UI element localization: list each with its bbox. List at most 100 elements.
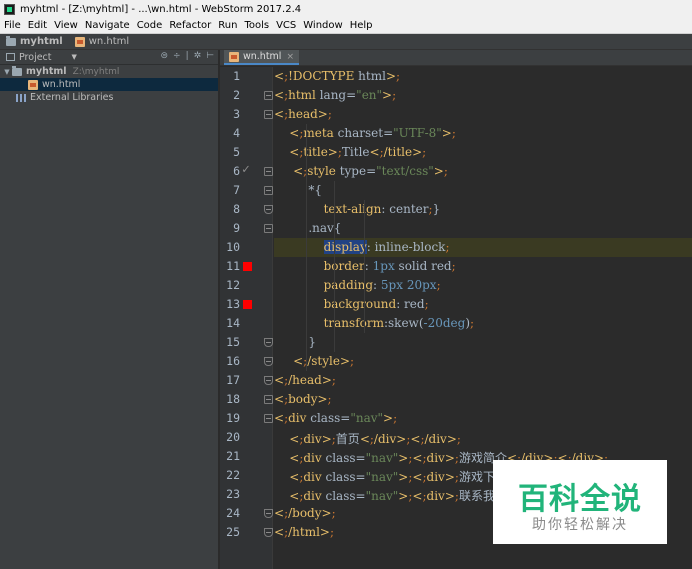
menu-run[interactable]: Run bbox=[218, 20, 237, 31]
tree-item-label: myhtml bbox=[26, 66, 67, 77]
code-line[interactable]: <;!DOCTYPE html>; bbox=[274, 67, 692, 86]
separator-icon: | bbox=[185, 51, 189, 61]
menu-refactor[interactable]: Refactor bbox=[169, 20, 211, 31]
line-number: 7 bbox=[233, 183, 240, 197]
gutter-line[interactable]: 4 bbox=[220, 124, 273, 143]
code-line[interactable]: <;style type="text/css">; bbox=[274, 162, 692, 181]
code-line[interactable]: <;head>; bbox=[274, 105, 692, 124]
line-number: 1 bbox=[233, 69, 240, 83]
fold-marker-icon[interactable] bbox=[264, 376, 273, 385]
fold-marker-icon[interactable] bbox=[264, 91, 273, 100]
gutter-line[interactable]: 6 ✓ bbox=[220, 162, 273, 181]
code-line[interactable]: border: 1px solid red; bbox=[274, 257, 692, 276]
gutter-line[interactable]: 22 bbox=[220, 466, 273, 485]
fold-marker-icon[interactable] bbox=[264, 528, 273, 537]
gutter-line[interactable]: 17 bbox=[220, 371, 273, 390]
window-title: myhtml - [Z:\myhtml] - ...\wn.html - Web… bbox=[20, 3, 302, 15]
gutter-line[interactable]: 11 bbox=[220, 257, 273, 276]
tree-item-myhtml[interactable]: ▼ myhtml Z:\myhtml bbox=[0, 65, 218, 78]
code-line[interactable]: text-align: center;} bbox=[274, 200, 692, 219]
menu-window[interactable]: Window bbox=[303, 20, 342, 31]
gutter-line[interactable]: 20 bbox=[220, 428, 273, 447]
gutter-line[interactable]: 12 bbox=[220, 276, 273, 295]
menu-navigate[interactable]: Navigate bbox=[85, 20, 130, 31]
gutter-line[interactable]: 9 bbox=[220, 219, 273, 238]
gutter-line[interactable]: 15 bbox=[220, 333, 273, 352]
code-line[interactable]: <;/head>; bbox=[274, 371, 692, 390]
fold-marker-icon[interactable] bbox=[264, 224, 273, 233]
fold-marker-icon[interactable] bbox=[264, 205, 273, 214]
gutter-line[interactable]: 18 bbox=[220, 390, 273, 409]
gutter-line[interactable]: 10 bbox=[220, 238, 273, 257]
breakpoint-icon[interactable] bbox=[243, 262, 252, 271]
code-line[interactable]: padding: 5px 20px; bbox=[274, 276, 692, 295]
fold-marker-icon[interactable] bbox=[264, 110, 273, 119]
chevron-down-icon[interactable]: ▼ bbox=[72, 53, 77, 61]
line-number: 5 bbox=[233, 145, 240, 159]
line-number: 19 bbox=[226, 411, 240, 425]
menu-help[interactable]: Help bbox=[350, 20, 373, 31]
gutter-line[interactable]: 24 bbox=[220, 504, 273, 523]
gutter-line[interactable]: 13 bbox=[220, 295, 273, 314]
gutter-line[interactable]: 1 bbox=[220, 67, 273, 86]
fold-marker-icon[interactable] bbox=[264, 395, 273, 404]
gutter-line[interactable]: 7 bbox=[220, 181, 273, 200]
menu-view[interactable]: View bbox=[54, 20, 78, 31]
fold-marker-icon[interactable] bbox=[264, 167, 273, 176]
project-view-label[interactable]: Project bbox=[19, 52, 52, 63]
hide-icon[interactable]: ⊢ bbox=[206, 51, 214, 61]
menu-vcs[interactable]: VCS bbox=[276, 20, 296, 31]
line-number: 8 bbox=[233, 202, 240, 216]
line-number: 6 bbox=[233, 164, 240, 178]
tree-item-wn-html[interactable]: wn.html bbox=[0, 78, 218, 91]
tab-wn-html[interactable]: wn.html × bbox=[224, 50, 299, 65]
fold-marker-icon[interactable] bbox=[264, 509, 273, 518]
sync-icon[interactable]: ⊜ bbox=[160, 51, 168, 61]
code-line[interactable]: <;html lang="en">; bbox=[274, 86, 692, 105]
code-line[interactable]: display: inline-block; bbox=[274, 238, 692, 257]
code-line[interactable]: } bbox=[274, 333, 692, 352]
menu-code[interactable]: Code bbox=[137, 20, 163, 31]
editor-gutter[interactable]: 1 2 3 4 5 6 ✓ 7 8 9 10 11 12 13 14 15 16 17 18 19 20 21 22 23 24… bbox=[220, 67, 273, 569]
code-line[interactable]: <;div class="nav">; bbox=[274, 409, 692, 428]
breadcrumb-project[interactable]: myhtml bbox=[6, 35, 63, 47]
code-line[interactable]: <;title>;Title<;/title>; bbox=[274, 143, 692, 162]
gutter-line[interactable]: 14 bbox=[220, 314, 273, 333]
fold-marker-icon[interactable] bbox=[264, 414, 273, 423]
gutter-line[interactable]: 23 bbox=[220, 485, 273, 504]
gear-icon[interactable]: ✲ bbox=[194, 51, 202, 61]
gutter-line[interactable]: 5 bbox=[220, 143, 273, 162]
code-line[interactable]: .nav{ bbox=[274, 219, 692, 238]
gutter-line[interactable]: 25 bbox=[220, 523, 273, 542]
code-line[interactable]: <;meta charset="UTF-8">; bbox=[274, 124, 692, 143]
editor-tab-bar: wn.html × bbox=[220, 50, 692, 66]
breakpoint-icon[interactable] bbox=[243, 300, 252, 309]
menu-edit[interactable]: Edit bbox=[28, 20, 47, 31]
line-number: 15 bbox=[226, 335, 240, 349]
gutter-line[interactable]: 19 bbox=[220, 409, 273, 428]
tree-item-external-libraries[interactable]: External Libraries bbox=[0, 91, 218, 104]
fold-marker-icon[interactable] bbox=[264, 357, 273, 366]
menu-tools[interactable]: Tools bbox=[244, 20, 269, 31]
fold-marker-icon[interactable] bbox=[264, 186, 273, 195]
menu-bar: File Edit View Navigate Code Refactor Ru… bbox=[0, 18, 692, 34]
code-line[interactable]: transform:skew(-20deg); bbox=[274, 314, 692, 333]
code-line[interactable]: <;div>;首页<;/div>;<;/div>; bbox=[274, 428, 692, 447]
gutter-line[interactable]: 16 bbox=[220, 352, 273, 371]
menu-file[interactable]: File bbox=[4, 20, 21, 31]
collapse-icon[interactable]: ÷ bbox=[173, 51, 181, 61]
watermark-subtitle: 助你轻松解决 bbox=[532, 517, 628, 533]
gutter-line[interactable]: 21 bbox=[220, 447, 273, 466]
code-line[interactable]: *{ bbox=[274, 181, 692, 200]
gutter-line[interactable]: 2 bbox=[220, 86, 273, 105]
code-line[interactable]: <;/style>; bbox=[274, 352, 692, 371]
fold-marker-icon[interactable] bbox=[264, 338, 273, 347]
gutter-line[interactable]: 8 bbox=[220, 200, 273, 219]
gutter-line[interactable]: 3 bbox=[220, 105, 273, 124]
expand-arrow-icon[interactable]: ▼ bbox=[2, 68, 12, 76]
close-icon[interactable]: × bbox=[286, 52, 294, 62]
breadcrumb-file[interactable]: wn.html bbox=[74, 36, 129, 47]
code-line[interactable]: <;body>; bbox=[274, 390, 692, 409]
code-line[interactable]: background: red; bbox=[274, 295, 692, 314]
project-panel: Project ▼ ⊜ ÷ | ✲ ⊢ ▼ myhtml Z:\myhtml w… bbox=[0, 50, 219, 569]
